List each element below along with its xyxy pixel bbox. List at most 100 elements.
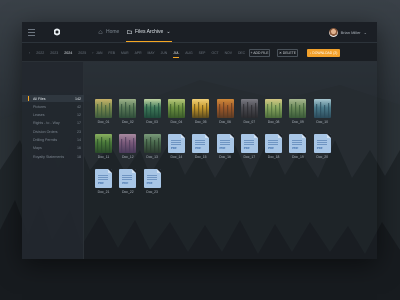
month-apr[interactable]: APR	[135, 51, 142, 55]
file-item[interactable]: PDF Doc_17	[240, 134, 258, 161]
download-button[interactable]: ↓ DOWNLOAD (2)	[307, 49, 340, 57]
sidebar-item[interactable]: Drilling Permits 14	[22, 137, 84, 144]
sidebar-item-count: 14	[77, 138, 81, 142]
year-selector: ‹ 2022 2023 2024 2025 ›	[29, 51, 93, 55]
month-sep[interactable]: SEP	[199, 51, 206, 55]
image-thumbnail	[95, 134, 112, 153]
file-item[interactable]: PDF Doc_19	[289, 134, 307, 161]
year-2023[interactable]: 2023	[50, 51, 58, 55]
breadcrumb-files-archive[interactable]: Files Archive ⌄	[126, 29, 172, 42]
file-manager-window: Home Files Archive ⌄ Brian Miller ⌄ ‹ 202…	[22, 22, 377, 259]
sidebar-item[interactable]: Leases 12	[22, 112, 84, 119]
file-item[interactable]: Doc_02	[119, 99, 137, 126]
file-name: Doc_03	[146, 120, 158, 124]
year-2024[interactable]: 2024	[64, 51, 72, 55]
pdf-file-icon: PDF	[95, 169, 112, 188]
chevron-down-icon: ⌄	[363, 30, 367, 35]
file-item[interactable]: Doc_09	[289, 99, 307, 126]
sidebar-item[interactable]: Rights - to - Way 17	[22, 120, 84, 127]
file-item[interactable]: Doc_03	[143, 99, 161, 126]
pdf-file-icon: PDF	[119, 169, 137, 188]
add-file-button[interactable]: + ADD FILE	[249, 49, 270, 57]
file-name: Doc_11	[97, 155, 110, 159]
delete-button[interactable]: ✕ DELETE	[277, 49, 298, 57]
month-mar[interactable]: MAR	[121, 51, 129, 55]
month-dec[interactable]: DEC	[238, 51, 245, 55]
sidebar-item[interactable]: Division Orders 23	[22, 128, 84, 135]
file-item[interactable]: PDF Doc_21	[95, 169, 112, 196]
file-name: Doc_02	[121, 120, 134, 124]
user-menu[interactable]: Brian Miller ⌄	[328, 28, 367, 37]
file-item[interactable]: PDF Doc_16	[216, 134, 234, 161]
prev-year-arrow[interactable]: ‹	[29, 51, 30, 55]
active-tab-indicator	[126, 41, 172, 42]
image-thumbnail	[143, 99, 161, 118]
file-name: Doc_01	[97, 120, 110, 124]
image-thumbnail	[119, 134, 137, 153]
breadcrumb-home[interactable]: Home	[98, 29, 119, 35]
file-item[interactable]: Doc_07	[240, 99, 258, 126]
sidebar-item-label: Leases	[33, 113, 45, 118]
file-item[interactable]: Doc_05	[192, 99, 210, 126]
sidebar-item-label: All Files	[33, 96, 46, 101]
sidebar-item-label: Maps	[33, 146, 42, 151]
file-item[interactable]: Doc_13	[143, 134, 161, 161]
file-item[interactable]: PDF Doc_15	[192, 134, 210, 161]
file-item[interactable]: PDF Doc_18	[265, 134, 283, 161]
month-jun[interactable]: JUN	[161, 51, 168, 55]
pdf-label: PDF	[170, 146, 177, 150]
file-item[interactable]: PDF Doc_22	[119, 169, 137, 196]
sidebar-item-count: 12	[77, 113, 81, 118]
pdf-label: PDF	[219, 146, 226, 150]
home-icon	[98, 30, 103, 34]
pdf-label: PDF	[195, 146, 202, 150]
month-aug[interactable]: AUG	[185, 51, 192, 55]
file-item[interactable]: Doc_11	[95, 134, 112, 161]
month-oct[interactable]: OCT	[211, 51, 218, 55]
month-feb[interactable]: FEB	[108, 51, 115, 55]
pdf-file-icon: PDF	[167, 134, 185, 153]
image-thumbnail	[143, 134, 161, 153]
image-thumbnail	[192, 99, 210, 118]
file-item[interactable]: PDF Doc_20	[313, 134, 331, 161]
hamburger-menu-icon[interactable]	[28, 29, 35, 36]
file-item[interactable]: Doc_01	[95, 99, 112, 126]
sidebar-item-label: Pictures	[33, 104, 46, 109]
chevron-down-icon: ⌄	[166, 29, 171, 35]
year-2025[interactable]: 2025	[78, 51, 86, 55]
sidebar-item[interactable]: Royalty Statements 18	[22, 153, 84, 160]
sidebar-item-label: Drilling Permits	[33, 138, 58, 142]
file-item[interactable]: Doc_08	[265, 99, 283, 126]
file-item[interactable]: PDF Doc_23	[143, 169, 161, 196]
image-thumbnail	[240, 99, 258, 118]
file-item[interactable]: Doc_10	[313, 99, 331, 126]
user-name: Brian Miller	[340, 30, 361, 35]
month-may[interactable]: MAY	[148, 51, 155, 55]
pdf-file-icon: PDF	[265, 134, 283, 153]
file-item[interactable]: Doc_12	[119, 134, 137, 161]
month-jan[interactable]: JAN	[96, 51, 102, 55]
next-year-arrow[interactable]: ›	[92, 51, 93, 55]
sidebar-item[interactable]: Pictures 42	[22, 103, 84, 110]
app-logo-icon	[54, 28, 60, 36]
year-2022[interactable]: 2022	[36, 51, 44, 55]
image-thumbnail	[95, 99, 112, 118]
file-name: Doc_07	[243, 120, 256, 124]
file-name: Doc_06	[219, 120, 231, 124]
file-name: Doc_08	[267, 120, 280, 124]
pdf-file-icon: PDF	[240, 134, 258, 153]
sidebar-item[interactable]: Maps 16	[22, 145, 84, 152]
sidebar-item[interactable]: All Files 142	[22, 95, 84, 102]
file-item[interactable]: PDF Doc_14	[167, 134, 185, 161]
file-item[interactable]: Doc_06	[216, 99, 234, 126]
toolbar: ‹ 2022 2023 2024 2025 › JAN FEB MAR APR MAY JUN JUL…	[22, 43, 377, 62]
file-item[interactable]: Doc_04	[167, 99, 185, 126]
pdf-label: PDF	[243, 146, 250, 150]
file-name: Doc_21	[97, 190, 110, 194]
image-thumbnail	[167, 99, 185, 118]
file-name: Doc_23	[146, 190, 158, 194]
file-name: Doc_14	[170, 155, 183, 159]
month-jul[interactable]: JUL	[173, 51, 180, 58]
month-nov[interactable]: NOV	[225, 51, 232, 55]
file-name: Doc_20	[316, 155, 329, 159]
